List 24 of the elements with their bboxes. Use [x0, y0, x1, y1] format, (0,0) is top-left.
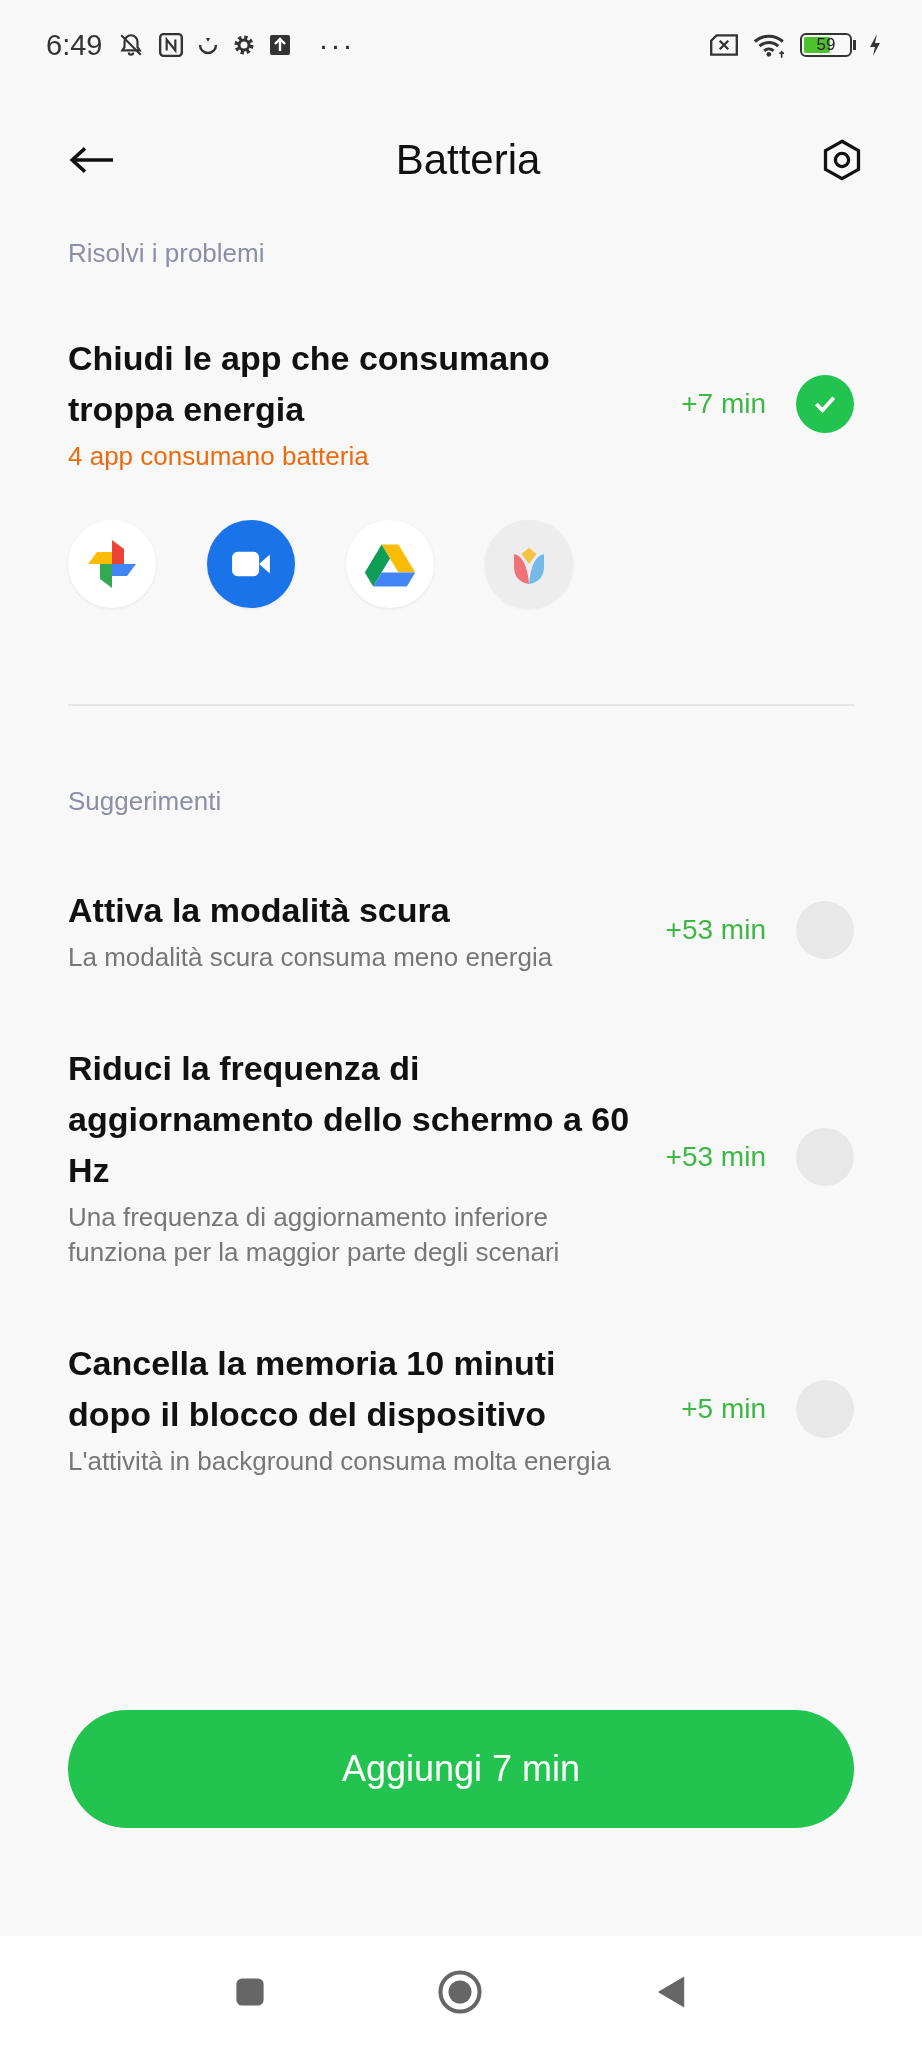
- add-time-button[interactable]: Aggiungi 7 min: [68, 1710, 854, 1828]
- clock: 6:49: [46, 28, 103, 62]
- time-gain: +5 min: [681, 1392, 766, 1425]
- more-notifications: ···: [318, 28, 355, 62]
- nfc-icon: [158, 32, 185, 58]
- time-gain: +53 min: [665, 1140, 766, 1173]
- item-description: L'attività in background consuma molta energia: [68, 1445, 612, 1479]
- item-title: Attiva la modalità scura: [68, 890, 451, 932]
- time-gain: +7 min: [681, 387, 766, 420]
- recent-apps-icon[interactable]: [233, 1975, 267, 2009]
- section-heading: Suggerimenti: [67, 786, 223, 818]
- item-title: Riduci la frequenza di aggiornamento dello schermo a 60 Hz: [68, 1048, 631, 1192]
- upload-icon: [268, 33, 293, 57]
- section-heading: Risolvi i problemi: [67, 238, 266, 269]
- home-icon[interactable]: [437, 1969, 483, 2015]
- item-description: Una frequenza di aggiornamento inferiore funziona per la maggior parte degli scenari: [68, 1201, 561, 1270]
- item-description: 4 app consumano batteria: [68, 440, 370, 473]
- item-title: Cancella la memoria 10 minuti dopo il blocco del dispositivo: [68, 1343, 557, 1436]
- page-title: Batteria: [395, 136, 541, 184]
- time-gain: +53 min: [665, 914, 766, 947]
- item-description: La modalità scura consuma meno energia: [68, 941, 554, 975]
- selection-checkbox[interactable]: [796, 374, 854, 433]
- no-sim-icon: [708, 32, 740, 58]
- item-title: Chiudi le app che consumano troppa energia: [68, 338, 551, 430]
